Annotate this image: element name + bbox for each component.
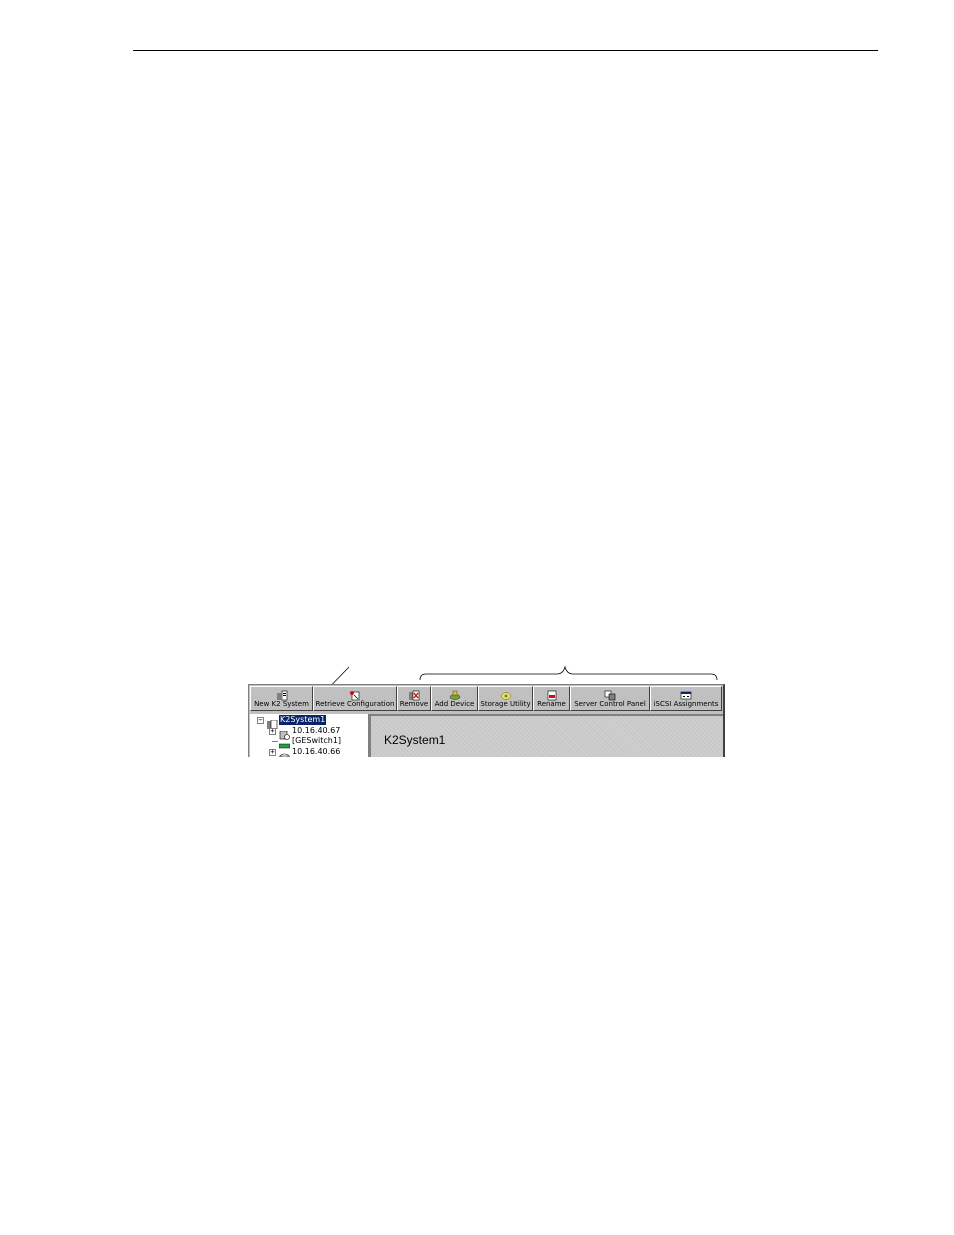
content-title: K2System1 <box>384 733 446 747</box>
tree-connector <box>272 741 278 742</box>
add-device-icon <box>449 688 461 700</box>
server-control-panel-button[interactable]: Server Control Panel <box>570 686 650 711</box>
retrieve-config-icon <box>349 688 361 701</box>
callout-annotations <box>287 665 718 731</box>
tree-item-label[interactable]: 10.16.40.66 <box>291 747 341 757</box>
iscsi-assignments-button[interactable]: iSCSI Assignments <box>650 686 722 711</box>
tree-item-label[interactable]: K2System1 <box>279 715 327 725</box>
add-device-button[interactable]: Add Device <box>431 686 478 711</box>
new-k2-system-button[interactable]: New K2 System <box>250 686 313 711</box>
page-header-rule <box>133 50 878 51</box>
iscsi-assignments-icon <box>680 688 692 700</box>
collapse-icon[interactable]: − <box>257 717 264 724</box>
rename-button[interactable]: Rename <box>533 686 570 711</box>
k2-system-icon <box>267 716 278 730</box>
expand-icon[interactable]: + <box>269 749 276 756</box>
storage-utility-icon <box>500 688 512 700</box>
switch-icon <box>278 738 291 749</box>
rename-icon <box>546 688 558 701</box>
tree-item-label[interactable]: [GESwitch1] <box>291 736 342 746</box>
toolbar: New K2 System Retrieve Configuration Rem… <box>250 686 722 713</box>
storage-utility-button[interactable]: Storage Utility <box>478 686 533 711</box>
storage-icon <box>279 748 290 757</box>
expand-icon[interactable]: + <box>269 728 276 735</box>
k2-configuration-window: New K2 System Retrieve Configuration Rem… <box>248 684 725 757</box>
server-control-panel-icon <box>604 688 616 701</box>
content-pane: K2System1 <box>369 714 723 757</box>
server-icon <box>279 727 290 740</box>
retrieve-configuration-button[interactable]: Retrieve Configuration <box>313 686 397 711</box>
new-system-icon <box>276 688 288 701</box>
callout-brace <box>419 665 718 681</box>
remove-icon <box>408 688 420 701</box>
tree-item-label[interactable]: 10.16.40.67 <box>291 726 341 736</box>
remove-button[interactable]: Remove <box>397 686 431 711</box>
system-tree: − K2System1 + 10.16.40.67 [GESwitch1] + <box>250 714 369 757</box>
